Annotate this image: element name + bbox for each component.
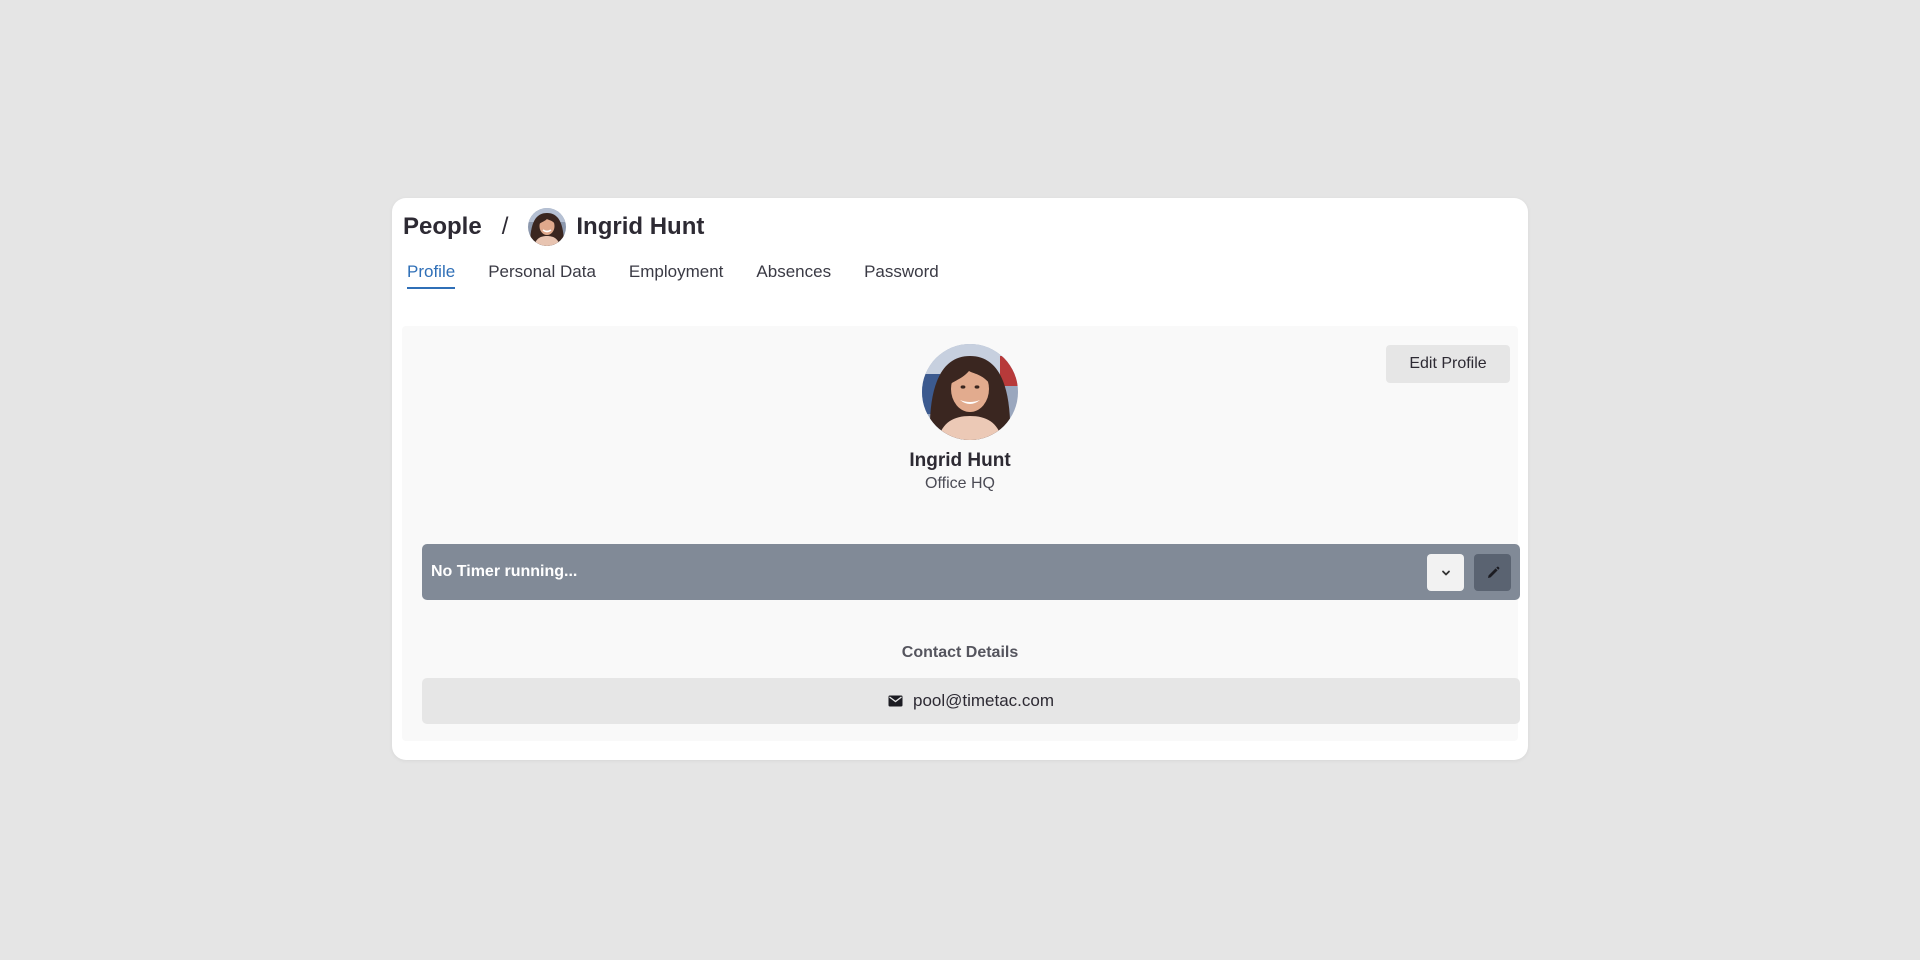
timer-bar: No Timer running... — [422, 544, 1520, 600]
contact-email-row[interactable]: pool@timetac.com — [422, 678, 1520, 724]
tab-password[interactable]: Password — [864, 262, 939, 289]
timer-edit-button[interactable] — [1474, 554, 1511, 591]
tab-employment[interactable]: Employment — [629, 262, 723, 289]
breadcrumb-people-link[interactable]: People — [403, 213, 482, 241]
timer-dropdown-button[interactable] — [1427, 554, 1464, 591]
profile-panel: Edit Profile Ingrid Hunt Office HQ No Ti… — [402, 326, 1520, 741]
contact-email[interactable]: pool@timetac.com — [913, 691, 1054, 711]
tab-absences[interactable]: Absences — [756, 262, 831, 289]
user-photo-icon — [922, 344, 1018, 440]
breadcrumb: People / Ingrid Hunt — [403, 204, 704, 250]
timer-status: No Timer running... — [431, 563, 578, 580]
edit-profile-button[interactable]: Edit Profile — [1386, 345, 1510, 383]
breadcrumb-separator: / — [501, 213, 509, 240]
avatar — [528, 208, 567, 246]
profile-location: Office HQ — [925, 475, 995, 492]
breadcrumb-current: Ingrid Hunt — [576, 213, 705, 240]
tab-profile[interactable]: Profile — [407, 262, 456, 289]
tab-personal-data[interactable]: Personal Data — [488, 262, 596, 289]
chevron-down-icon — [1441, 570, 1450, 575]
profile-avatar — [922, 344, 1018, 440]
user-photo-icon — [528, 208, 567, 246]
profile-card: People / Ingrid Hunt Profile Personal Da… — [392, 198, 1528, 760]
envelope-icon — [888, 695, 903, 707]
pencil-icon — [1487, 566, 1499, 578]
profile-name: Ingrid Hunt — [909, 450, 1011, 471]
contact-details-title: Contact Details — [901, 644, 1019, 661]
profile-tabs: Profile Personal Data Employment Absence… — [407, 262, 972, 289]
